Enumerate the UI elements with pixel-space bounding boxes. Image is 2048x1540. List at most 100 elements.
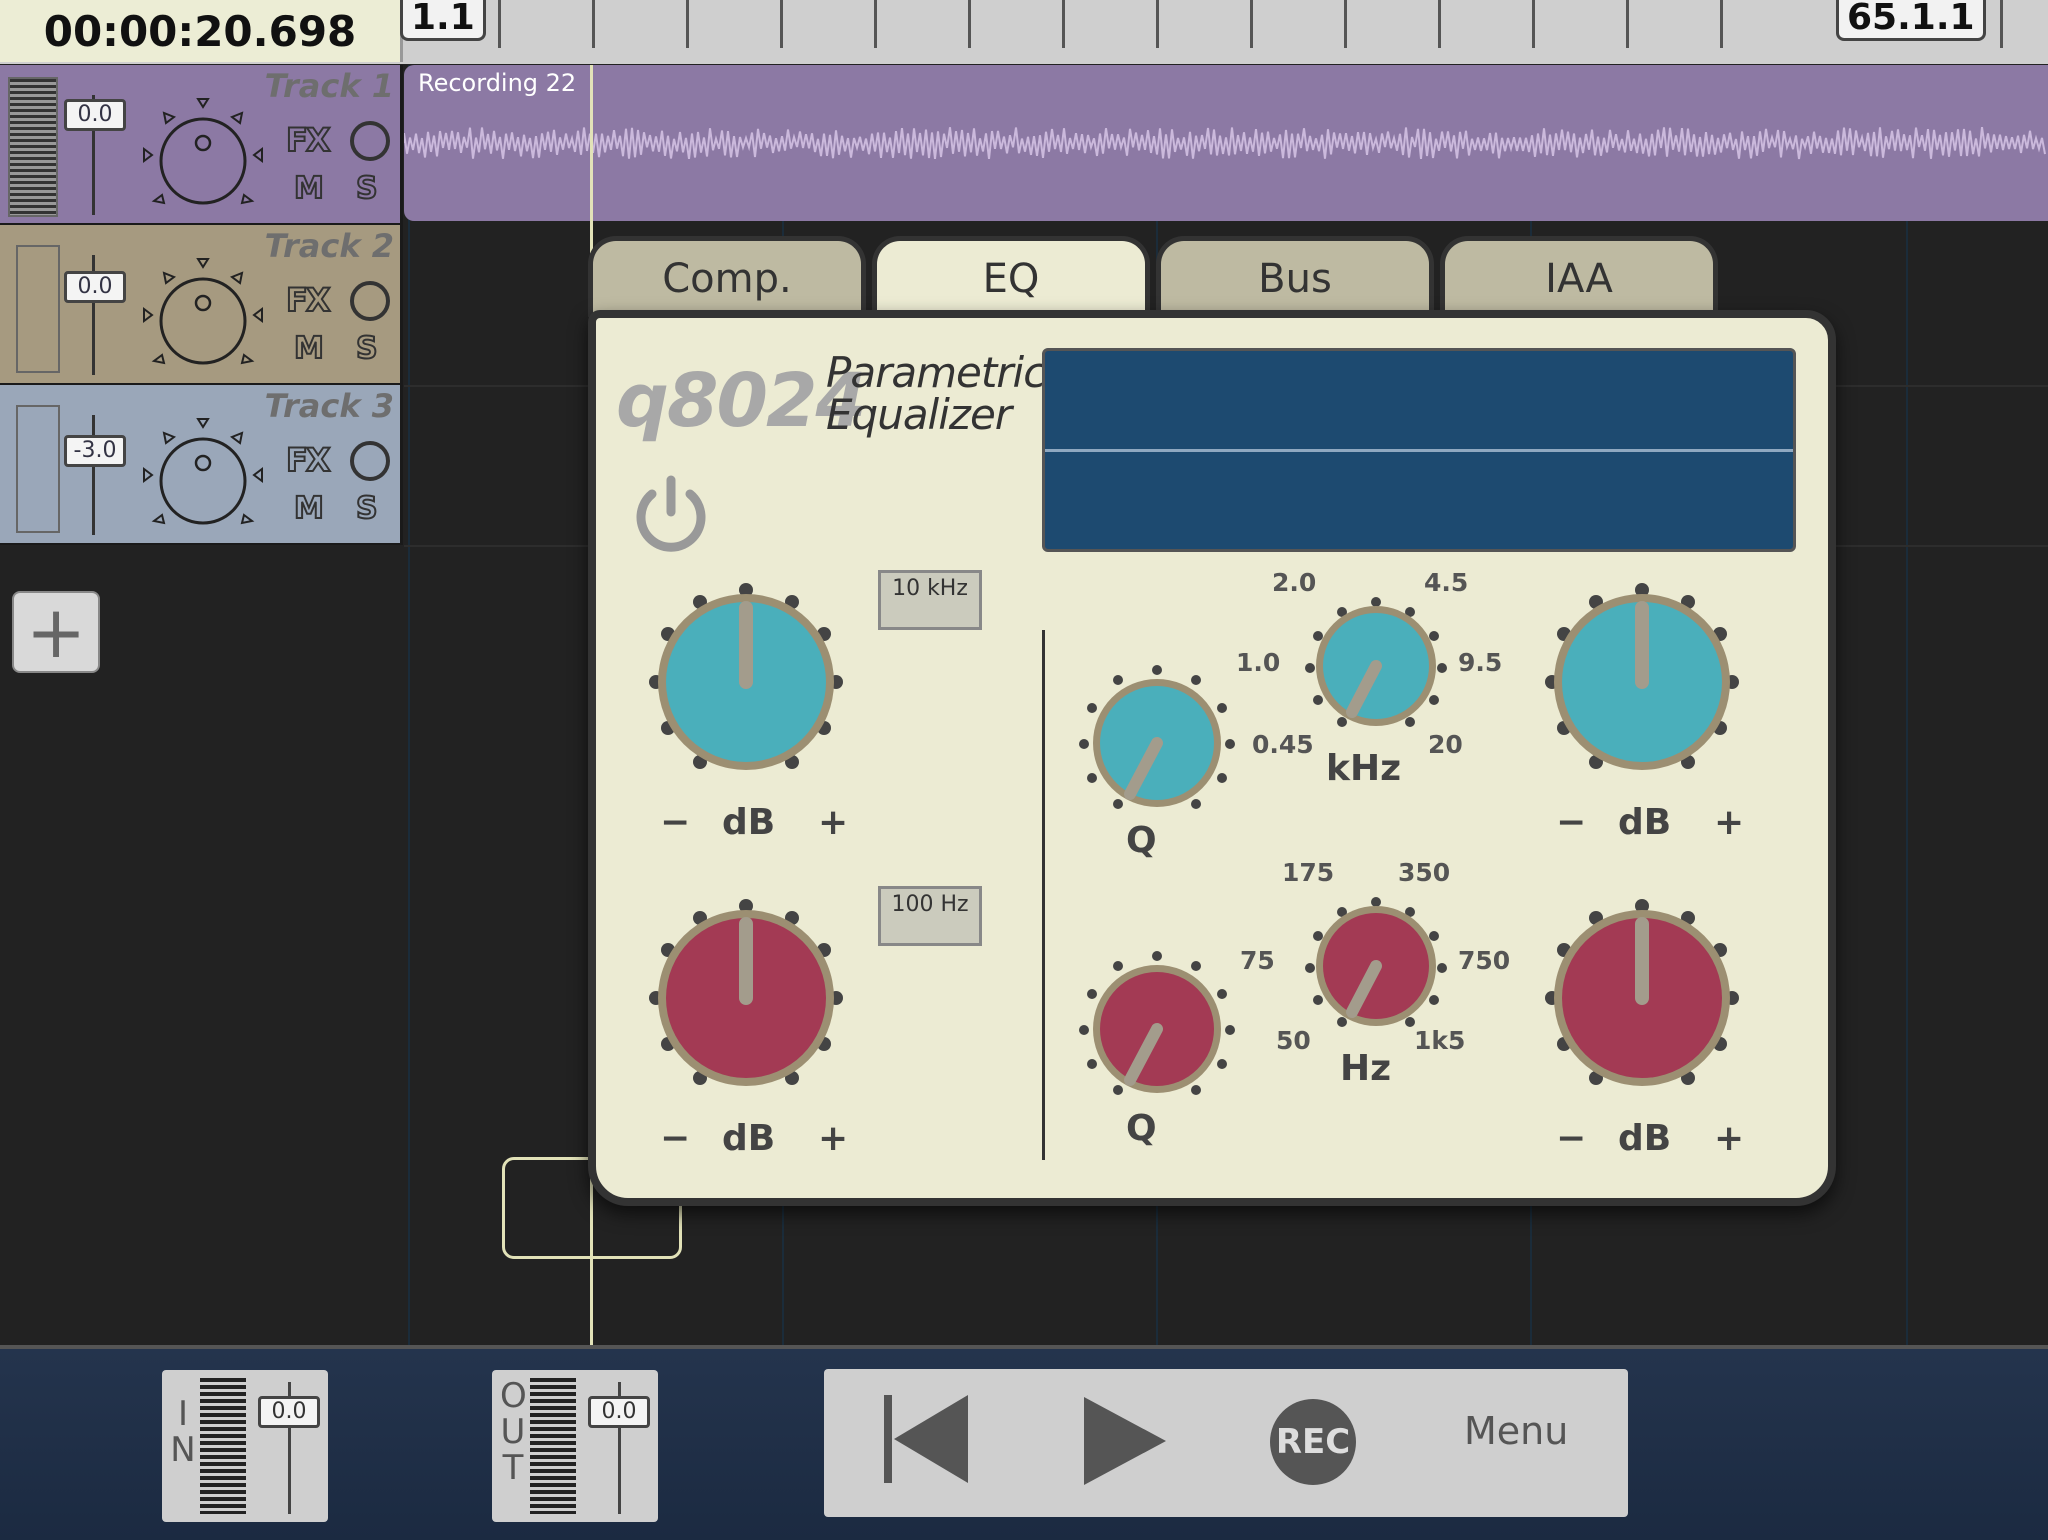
end-marker[interactable]: 65.1.1	[1836, 0, 1986, 41]
track-header-2[interactable]: Track 2 0.0 FX M S	[0, 225, 403, 385]
tab-bus[interactable]: Bus	[1156, 236, 1434, 317]
plus-label: +	[818, 802, 849, 843]
high-shelf-freq-button[interactable]: 10 kHz	[878, 570, 982, 630]
rewind-icon[interactable]	[884, 1391, 968, 1487]
output-letter: T	[502, 1448, 524, 1488]
ruler-tick	[1344, 0, 1347, 48]
low-shelf-gain-knob[interactable]	[626, 894, 866, 1134]
eq-curve	[1045, 449, 1793, 452]
volume-fader[interactable]: -3.0	[64, 435, 126, 467]
fx-button[interactable]: FX	[285, 280, 331, 320]
scale-label: 75	[1240, 946, 1275, 975]
output-letter: O	[500, 1376, 527, 1416]
track-header-1[interactable]: Track 1 0.0 FX M S	[0, 65, 403, 225]
pan-knob[interactable]	[136, 243, 270, 377]
volume-fader[interactable]: 0.0	[64, 99, 126, 131]
ruler-tick	[1438, 0, 1441, 48]
solo-button[interactable]: S	[355, 330, 379, 367]
scale-label: 350	[1398, 858, 1451, 887]
db-label: dB	[1618, 802, 1672, 843]
input-meter	[200, 1378, 246, 1514]
input-letter: I	[177, 1394, 189, 1434]
pan-knob[interactable]	[136, 403, 270, 537]
fx-button[interactable]: FX	[285, 120, 331, 160]
input-letter: N	[170, 1430, 196, 1470]
pan-knob[interactable]	[136, 83, 270, 217]
ruler-tick	[1062, 0, 1065, 48]
record-button[interactable]: REC	[1270, 1399, 1356, 1485]
tab-iaa[interactable]: IAA	[1440, 236, 1718, 317]
power-icon[interactable]	[626, 468, 716, 558]
scale-label: 1k5	[1414, 1026, 1466, 1055]
level-meter	[16, 405, 60, 533]
play-icon[interactable]	[1082, 1395, 1168, 1487]
high-mid-q-knob[interactable]	[1072, 658, 1242, 828]
record-arm-button[interactable]	[350, 121, 390, 161]
scale-label: 175	[1282, 858, 1335, 887]
input-fader[interactable]: 0.0	[258, 1396, 320, 1428]
mute-button[interactable]: M	[293, 330, 325, 367]
ruler-tick	[1250, 0, 1253, 48]
output-fader[interactable]: 0.0	[588, 1396, 650, 1428]
input-level-panel: I N 0.0	[162, 1370, 328, 1522]
ruler-tick	[592, 0, 595, 48]
scale-label: 2.0	[1272, 568, 1317, 597]
fx-button[interactable]: FX	[285, 440, 331, 480]
tab-comp[interactable]: Comp.	[588, 236, 866, 317]
timeline-ruler[interactable]: 00:00:20.698 1.1 65.1.1	[0, 0, 2048, 67]
grid-line	[1906, 65, 1908, 1345]
record-arm-button[interactable]	[350, 441, 390, 481]
q-label: Q	[1126, 1108, 1157, 1149]
plus-icon[interactable]: +	[12, 591, 100, 673]
output-label: O U T	[500, 1376, 527, 1488]
plus-label: +	[1714, 802, 1745, 843]
ruler-tick	[1532, 0, 1535, 48]
volume-fader-track[interactable]	[92, 415, 95, 535]
eq-curve-display	[1042, 348, 1796, 552]
solo-button[interactable]: S	[355, 170, 379, 207]
high-mid-gain-knob[interactable]	[1522, 578, 1762, 818]
transport-bar: I N 0.0 O U T 0.0 REC Menu	[0, 1345, 2048, 1540]
record-arm-button[interactable]	[350, 281, 390, 321]
db-label: dB	[1618, 1118, 1672, 1159]
output-level-panel: O U T 0.0	[492, 1370, 658, 1522]
ruler-tick	[1626, 0, 1629, 48]
mute-button[interactable]: M	[293, 490, 325, 527]
minus-label: −	[660, 802, 691, 843]
grid-line	[408, 65, 410, 1345]
start-marker[interactable]: 1.1	[400, 0, 486, 41]
ruler-tick	[874, 0, 877, 48]
ruler-tick	[1720, 0, 1723, 48]
ruler-tick	[968, 0, 971, 48]
low-mid-gain-knob[interactable]	[1522, 894, 1762, 1134]
menu-button[interactable]: Menu	[1464, 1409, 1568, 1453]
input-label: I N	[170, 1396, 196, 1468]
scale-label: 750	[1458, 946, 1511, 975]
ruler-tick	[780, 0, 783, 48]
scale-label: 1.0	[1236, 648, 1281, 677]
q-label: Q	[1126, 820, 1157, 861]
hz-label: Hz	[1340, 1048, 1392, 1089]
audio-region[interactable]: Recording 22	[404, 65, 2048, 221]
scale-label: 0.45	[1252, 730, 1314, 759]
volume-fader[interactable]: 0.0	[64, 271, 126, 303]
mute-button[interactable]: M	[293, 170, 325, 207]
db-label: dB	[722, 1118, 776, 1159]
level-meter	[16, 245, 60, 373]
track-header-3[interactable]: Track 3 -3.0 FX M S	[0, 385, 403, 545]
scale-label: 9.5	[1458, 648, 1503, 677]
eq-panel: q8024 Parametric Equalizer − dB + 10 kHz	[588, 310, 1836, 1206]
scale-label: 20	[1428, 730, 1463, 759]
tab-eq[interactable]: EQ	[872, 236, 1150, 317]
minus-label: −	[660, 1118, 691, 1159]
low-mid-q-knob[interactable]	[1072, 944, 1242, 1114]
output-meter	[530, 1378, 576, 1514]
high-shelf-gain-knob[interactable]	[626, 578, 866, 818]
plus-label: +	[818, 1118, 849, 1159]
output-letter: U	[500, 1412, 526, 1452]
timecode-display: 00:00:20.698	[0, 0, 403, 62]
eq-plugin-window[interactable]: Comp. EQ Bus IAA q8024 Parametric Equali…	[588, 236, 1836, 1206]
solo-button[interactable]: S	[355, 490, 379, 527]
low-shelf-freq-button[interactable]: 100 Hz	[878, 886, 982, 946]
ruler-tick	[498, 0, 501, 48]
